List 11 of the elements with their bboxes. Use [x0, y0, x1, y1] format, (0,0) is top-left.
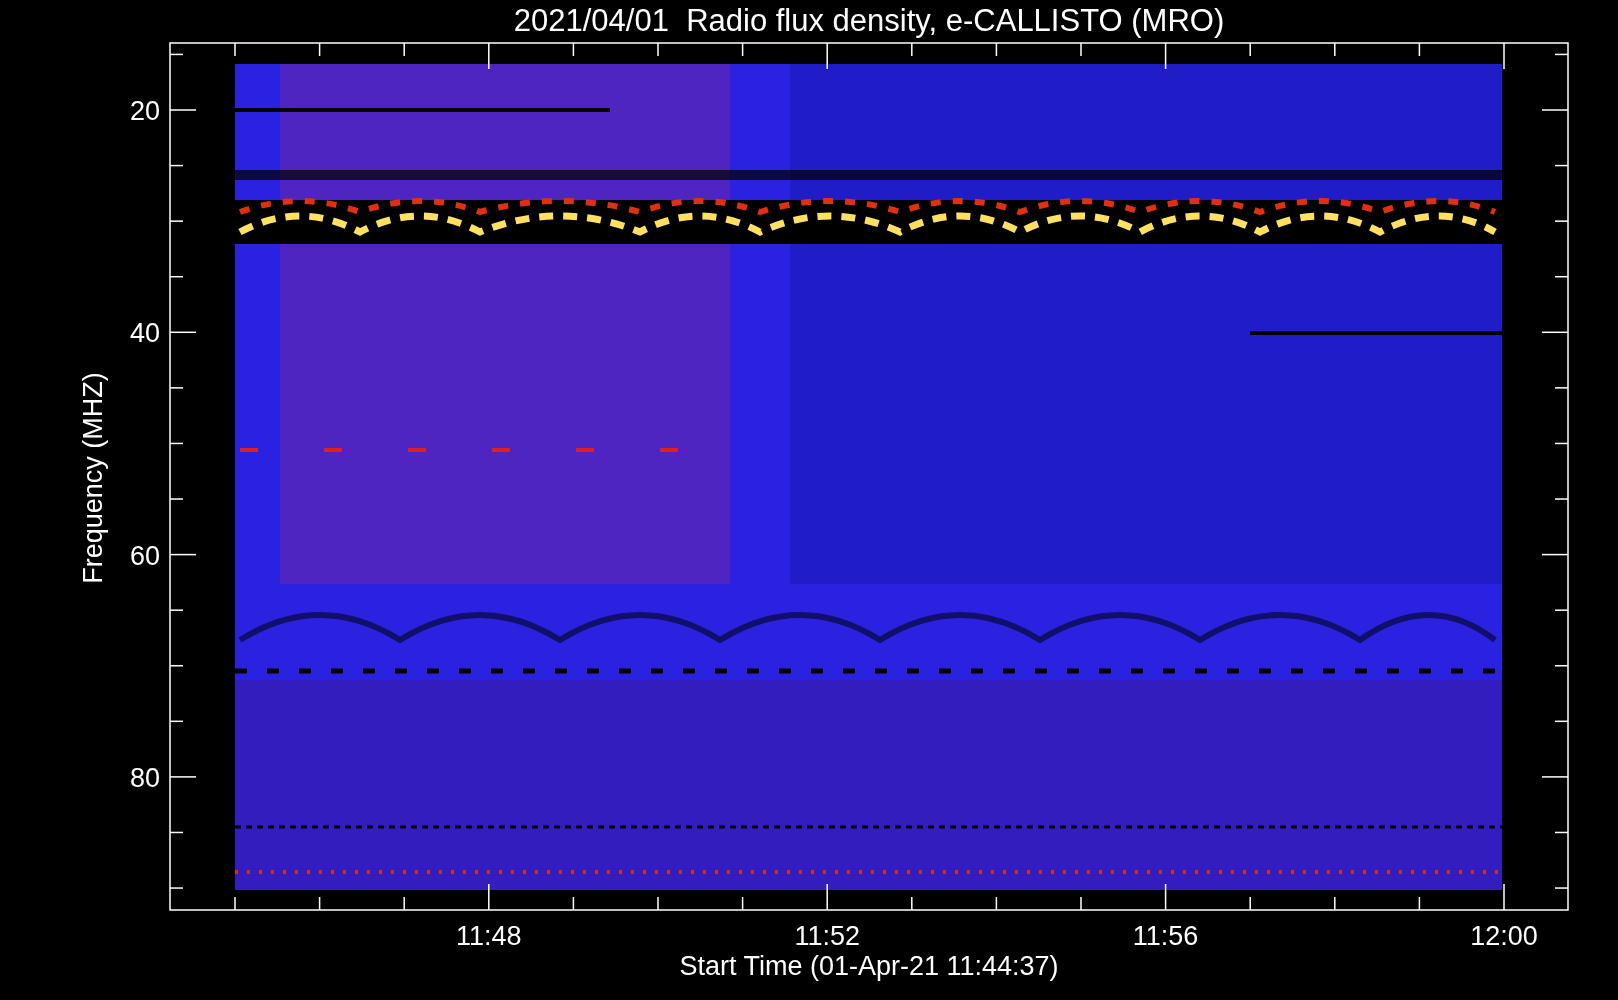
y-tick-label: 60 — [129, 540, 160, 571]
x-tick-label: 11:52 — [794, 921, 860, 951]
y-tick-label: 40 — [129, 318, 160, 349]
x-tick-label: 12:00 — [1470, 921, 1538, 951]
y-axis-label: Frequency (MHZ) — [78, 372, 108, 584]
x-tick-label: 11:48 — [456, 921, 522, 951]
chart-title: 2021/04/01 Radio flux density, e-CALLISTO (MRO) — [513, 3, 1225, 38]
x-axis-label: Start Time (01-Apr-21 11:44:37) — [679, 951, 1059, 981]
y-tick-label: 20 — [129, 96, 160, 126]
x-tick-label: 11:56 — [1132, 921, 1199, 951]
y-tick-label: 80 — [129, 762, 160, 793]
